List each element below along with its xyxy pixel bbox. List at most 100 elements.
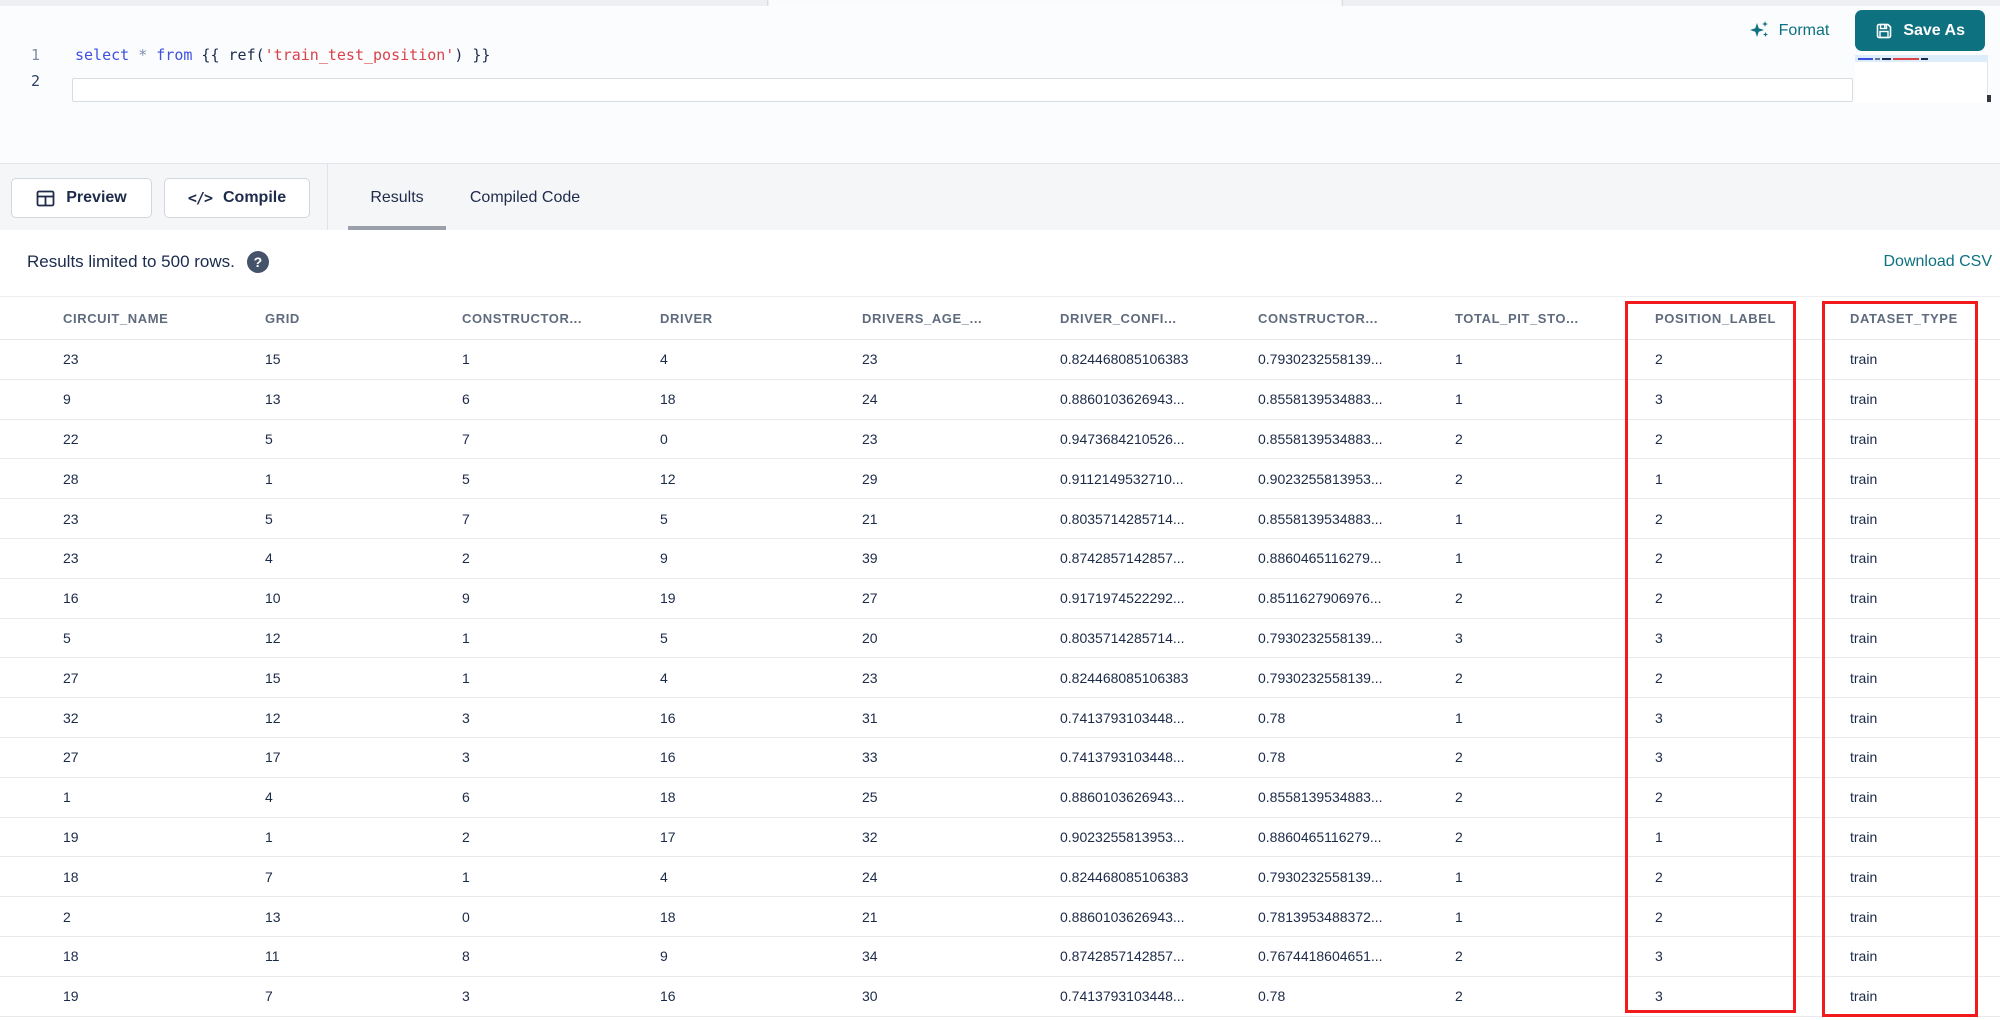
table-row: 23 4 2 9 39 0.8742857142857... 0.8860465116279… — [0, 538, 2000, 579]
table-cell: 0.9171974522292... — [1060, 590, 1185, 607]
tab-compiled-code[interactable]: Compiled Code — [460, 164, 590, 231]
toolbar-divider — [327, 164, 328, 231]
preview-button[interactable]: Preview — [11, 178, 152, 218]
table-header-row: CIRCUIT_NAME GRID CONSTRUCTOR... DRIVER DRIV… — [0, 296, 2000, 340]
table-cell: 18 — [660, 908, 676, 925]
table-cell: 34 — [862, 948, 878, 965]
table-cell: 0.824468085106383 — [1060, 868, 1189, 885]
format-button[interactable]: Format — [1749, 20, 1830, 41]
table-cell: 1 — [1655, 828, 1663, 845]
table-cell: 1 — [462, 868, 470, 885]
table-cell: 30 — [862, 988, 878, 1005]
column-header[interactable]: DRIVER_CONFI... — [1060, 311, 1258, 326]
table-cell: 22 — [63, 430, 79, 447]
table-cell: 7 — [462, 430, 470, 447]
table-row: 27 17 3 16 33 0.7413793103448... 0.78 2 3 train — [0, 737, 2000, 778]
format-button-label: Format — [1778, 21, 1830, 39]
preview-button-label: Preview — [66, 189, 127, 206]
column-header[interactable]: POSITION_LABEL — [1655, 311, 1850, 326]
column-header[interactable]: DRIVER — [660, 311, 862, 326]
table-cell: 0.8511627906976... — [1258, 590, 1382, 607]
column-header[interactable]: CONSTRUCTOR... — [1258, 311, 1455, 326]
table-cell: 1 — [1455, 351, 1463, 368]
table-cell: 1 — [265, 470, 273, 487]
code-token: ) }} — [454, 46, 491, 64]
table-cell: 27 — [63, 669, 79, 686]
column-header[interactable]: DATASET_TYPE — [1850, 311, 2000, 326]
table-cell: train — [1850, 948, 1878, 965]
column-header[interactable]: DRIVERS_AGE_... — [862, 311, 1060, 326]
table-cell: 25 — [862, 789, 878, 806]
column-header[interactable]: CONSTRUCTOR... — [462, 311, 660, 326]
table-cell: 1 — [462, 351, 470, 368]
column-header[interactable]: TOTAL_PIT_STO... — [1455, 311, 1655, 326]
table-cell: 1 — [63, 789, 71, 806]
table-grid-icon — [36, 189, 55, 208]
table-cell: 27 — [63, 749, 79, 766]
table-cell: 0.7413793103448... — [1060, 709, 1185, 726]
table-cell: 1 — [1455, 550, 1463, 567]
table-cell: 33 — [862, 749, 878, 766]
help-icon[interactable]: ? — [246, 251, 269, 273]
table-cell: train — [1850, 828, 1878, 845]
table-cell: 0.8860103626943... — [1060, 391, 1185, 408]
editor-minimap[interactable] — [1855, 55, 1991, 103]
code-content[interactable]: select * from {{ ref('train_test_positio… — [75, 46, 490, 64]
table-cell: 32 — [63, 709, 79, 726]
code-token: {{ ref( — [192, 46, 265, 64]
table-cell: 18 — [660, 391, 676, 408]
code-token: from — [156, 46, 193, 64]
table-cell: 2 — [1455, 470, 1463, 487]
table-cell: 0.78 — [1258, 749, 1286, 766]
table-cell: 2 — [1655, 868, 1663, 885]
table-cell: 1 — [1455, 709, 1463, 726]
table-cell: 4 — [660, 868, 668, 885]
minimap-mark — [1882, 57, 1891, 60]
table-cell: 0.8558139534883... — [1258, 789, 1383, 806]
minimap-scroll-handle[interactable] — [1987, 95, 1991, 102]
table-cell: 23 — [862, 430, 878, 447]
table-cell: train — [1850, 908, 1878, 925]
compile-button[interactable]: </> Compile — [164, 178, 310, 218]
table-row: 9 13 6 18 24 0.8860103626943... 0.855813953488… — [0, 379, 2000, 420]
save-icon — [1875, 22, 1893, 40]
table-cell: 5 — [63, 629, 71, 646]
table-cell: 0.7413793103448... — [1060, 988, 1185, 1005]
table-cell: 0.8860103626943... — [1060, 908, 1185, 925]
table-cell: train — [1850, 351, 1878, 368]
table-cell: 2 — [1655, 351, 1663, 368]
table-row: 19 7 3 16 30 0.7413793103448... 0.78 2 3 train — [0, 976, 2000, 1017]
table-cell: 24 — [862, 391, 878, 408]
table-cell: 3 — [462, 988, 470, 1005]
table-cell: 0.8860465116279... — [1258, 828, 1382, 845]
table-cell: 13 — [265, 908, 281, 925]
table-cell: 15 — [265, 351, 281, 368]
code-icon: </> — [187, 189, 213, 207]
table-cell: 12 — [660, 470, 676, 487]
table-cell: 23 — [63, 351, 79, 368]
table-cell: 1 — [462, 629, 470, 646]
table-cell: train — [1850, 749, 1878, 766]
table-cell: 0.7813953488372... — [1258, 908, 1383, 925]
sql-editor[interactable]: Format Save As 1 select * from {{ ref('t… — [0, 6, 2000, 163]
table-cell: train — [1850, 510, 1878, 527]
table-cell: 0.8860103626943... — [1060, 789, 1185, 806]
table-row: 18 7 1 4 24 0.824468085106383 0.7930232558139.… — [0, 857, 2000, 898]
column-header[interactable]: CIRCUIT_NAME — [63, 311, 265, 326]
editor-actions: Format Save As — [1749, 10, 1985, 51]
table-cell: 29 — [862, 470, 878, 487]
table-cell: 17 — [265, 749, 281, 766]
table-cell: 7 — [265, 868, 273, 885]
table-cell: 2 — [1455, 948, 1463, 965]
table-cell: train — [1850, 470, 1878, 487]
table-cell: 0.8035714285714... — [1060, 629, 1185, 646]
save-as-button[interactable]: Save As — [1855, 10, 1985, 51]
column-header[interactable]: GRID — [265, 311, 462, 326]
table-cell: 17 — [660, 828, 676, 845]
table-cell: 9 — [63, 391, 71, 408]
minimap-active-line — [1855, 55, 1988, 62]
table-cell: 32 — [862, 828, 878, 845]
download-csv-link[interactable]: Download CSV — [1884, 253, 1993, 271]
tab-results[interactable]: Results — [348, 164, 446, 231]
